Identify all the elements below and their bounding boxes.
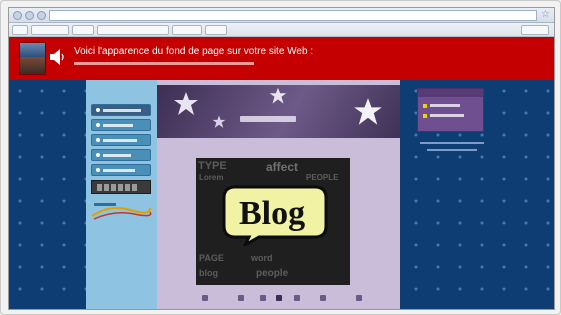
- main-content: TYPE affect Lorem PEOPLE PAGE word blog …: [157, 80, 400, 309]
- banner-title: Voici l'apparence du fond de page sur vo…: [74, 46, 314, 57]
- menu-item[interactable]: [91, 119, 151, 131]
- menu-bullet-icon: [96, 123, 100, 127]
- menu-label: [103, 169, 135, 172]
- sidebar-link[interactable]: [430, 104, 460, 107]
- banner-subtitle: [74, 62, 254, 65]
- menu-item[interactable]: [91, 104, 151, 116]
- toolbar-item[interactable]: [172, 25, 202, 35]
- blog-word-cloud-image: TYPE affect Lorem PEOPLE PAGE word blog …: [196, 158, 350, 285]
- menu-bullet-icon: [96, 168, 100, 172]
- blog-title-text: Blog: [239, 195, 306, 232]
- browser-window: ☆ Voici l'apparence du fond de page sur …: [8, 7, 555, 310]
- toolbar-item[interactable]: [205, 25, 227, 35]
- pager-dot[interactable]: [238, 295, 244, 301]
- counter-digit: [97, 184, 102, 191]
- sidebar-link[interactable]: [430, 114, 464, 117]
- splash-icon: [212, 115, 226, 128]
- background-word: TYPE: [198, 160, 227, 172]
- sidebar-caption: [427, 149, 477, 151]
- background-word: Lorem: [199, 173, 224, 182]
- sidebar-heading: [418, 89, 483, 97]
- toolbar-item[interactable]: [72, 25, 94, 35]
- menu-label: [103, 139, 137, 142]
- menu-item[interactable]: [91, 149, 151, 161]
- avatar: [19, 42, 46, 75]
- background-word: people: [256, 268, 289, 279]
- folder-icon: [423, 104, 427, 108]
- address-bar: ☆: [9, 8, 554, 23]
- counter-digit: [125, 184, 130, 191]
- welcome-title: [240, 116, 296, 122]
- preview-banner: Voici l'apparence du fond de page sur vo…: [9, 37, 554, 80]
- counter-digit: [104, 184, 109, 191]
- background-word: word: [251, 253, 273, 263]
- background-word: affect: [266, 160, 299, 174]
- star-icon[interactable]: ☆: [541, 9, 550, 21]
- menu-bullet-icon: [96, 138, 100, 142]
- header-banner: [157, 85, 400, 138]
- image-pager: [202, 293, 362, 303]
- reload-icon[interactable]: [37, 11, 46, 20]
- speaker-icon[interactable]: [49, 48, 65, 66]
- background-word: PEOPLE: [306, 173, 339, 182]
- pager-next-icon[interactable]: [356, 295, 362, 301]
- forward-arrow-icon[interactable]: [25, 11, 34, 20]
- right-sidebar: [417, 88, 484, 132]
- pager-dot[interactable]: [320, 295, 326, 301]
- counter-digit: [132, 184, 137, 191]
- toolbar-item[interactable]: [97, 25, 169, 35]
- website-preview: TYPE affect Lorem PEOPLE PAGE word blog …: [9, 80, 554, 309]
- pager-dot-active[interactable]: [276, 295, 282, 301]
- folder-icon: [423, 114, 427, 118]
- screenshot-frame: ☆ Voici l'apparence du fond de page sur …: [0, 0, 561, 315]
- left-sidebar: [86, 80, 157, 309]
- pager-prev-icon[interactable]: [202, 295, 208, 301]
- counter-digit: [118, 184, 123, 191]
- back-arrow-icon[interactable]: [13, 11, 22, 20]
- menu-label: [103, 154, 131, 157]
- swoosh-logo-icon[interactable]: [90, 200, 152, 222]
- splash-icon: [354, 98, 382, 125]
- counter-digit: [111, 184, 116, 191]
- menu-item[interactable]: [91, 134, 151, 146]
- pager-dot[interactable]: [260, 295, 266, 301]
- url-field[interactable]: [49, 10, 537, 21]
- splash-icon: [174, 92, 198, 115]
- menu-label: [103, 109, 141, 112]
- browser-toolbar: [9, 23, 554, 37]
- menu-label: [103, 124, 133, 127]
- splash-icon: [269, 87, 287, 104]
- toolbar-item[interactable]: [31, 25, 69, 35]
- background-word: PAGE: [199, 253, 224, 263]
- menu-item[interactable]: [91, 164, 151, 176]
- toolbar-item[interactable]: [12, 25, 28, 35]
- toolbar-item[interactable]: [521, 25, 549, 35]
- menu-bullet-icon: [96, 153, 100, 157]
- pager-dot[interactable]: [294, 295, 300, 301]
- sidebar-caption: [420, 142, 484, 144]
- background-word: blog: [199, 268, 218, 278]
- visitor-counter: [91, 180, 151, 194]
- menu-bullet-icon: [96, 108, 100, 112]
